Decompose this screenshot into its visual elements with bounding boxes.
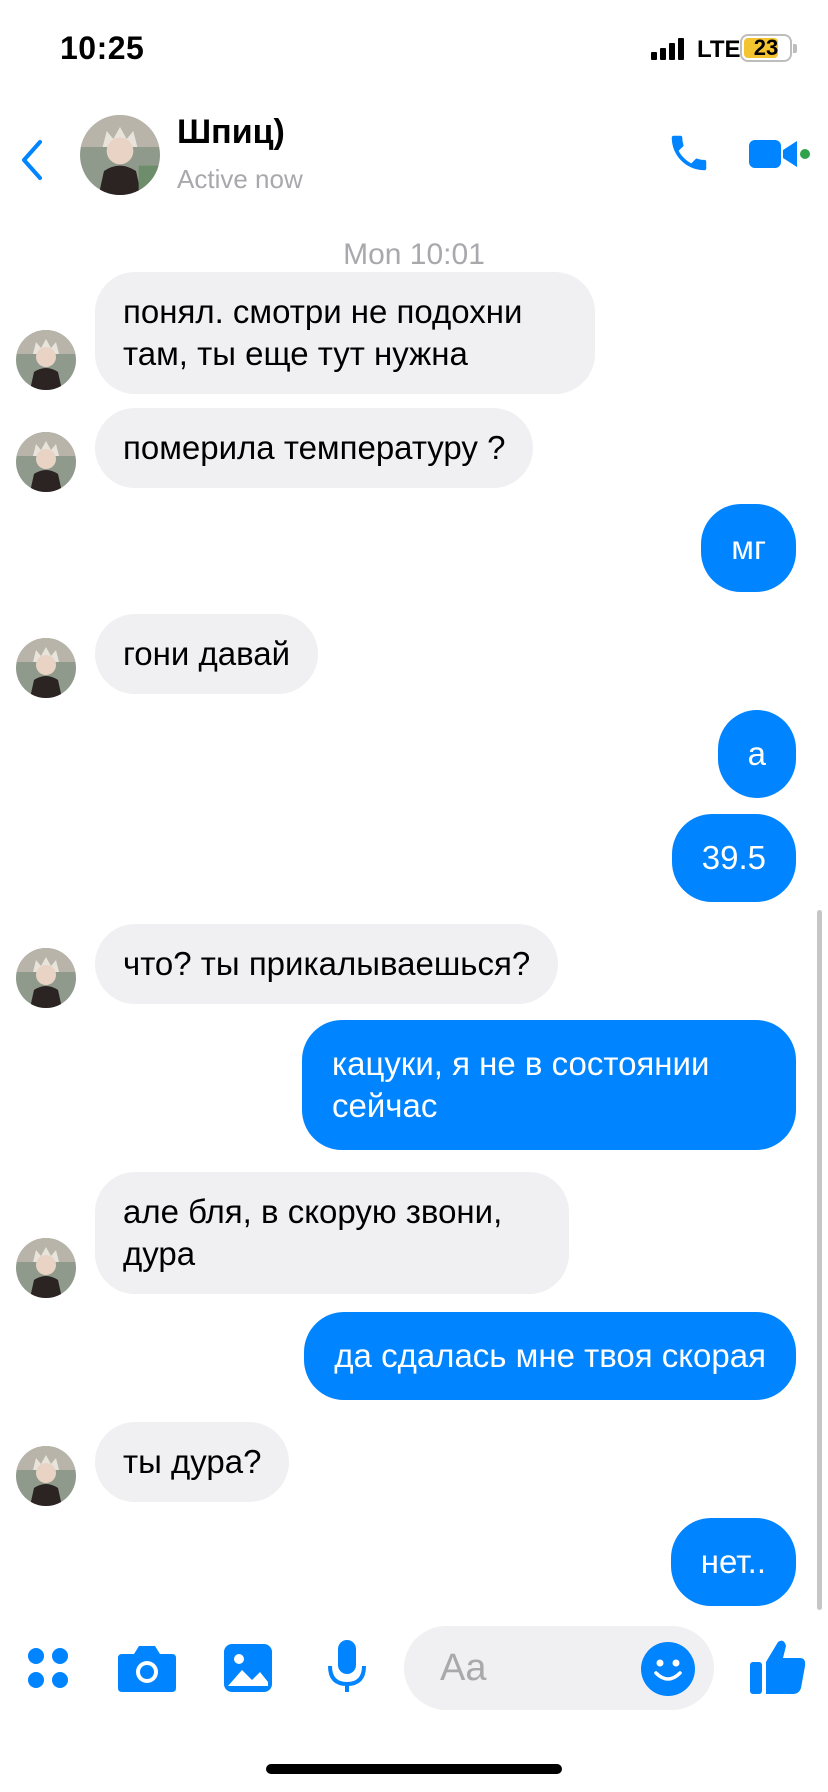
cellular-signal-icon bbox=[651, 38, 685, 60]
message-input-container[interactable] bbox=[404, 1626, 714, 1710]
message-avatar bbox=[16, 948, 76, 1008]
outgoing-message[interactable]: 39.5 bbox=[671, 814, 796, 902]
message-input[interactable] bbox=[440, 1642, 630, 1694]
apps-grid-icon[interactable] bbox=[24, 1644, 72, 1692]
outgoing-message[interactable]: нет.. bbox=[670, 1518, 796, 1606]
incoming-message[interactable]: понял. смотри не подохни там, ты еще тут… bbox=[95, 272, 595, 394]
gallery-icon[interactable] bbox=[222, 1642, 274, 1694]
status-time: 10:25 bbox=[60, 30, 145, 66]
incoming-message[interactable]: гони давай bbox=[95, 614, 319, 694]
message-avatar bbox=[16, 330, 76, 390]
contact-status: Active now bbox=[177, 164, 303, 194]
incoming-message[interactable]: что? ты прикалываешься? bbox=[95, 924, 559, 1004]
outgoing-message[interactable]: а bbox=[717, 710, 796, 798]
phone-icon[interactable] bbox=[666, 130, 712, 176]
incoming-message[interactable]: померила температуру ? bbox=[95, 408, 534, 488]
chat-timestamp: Mon 10:01 bbox=[343, 238, 485, 271]
outgoing-message[interactable]: мг bbox=[701, 504, 796, 592]
message-composer bbox=[0, 1618, 828, 1718]
incoming-message[interactable]: ты дура? bbox=[95, 1422, 290, 1502]
outgoing-message[interactable]: да сдалась мне твоя скорая bbox=[304, 1312, 796, 1400]
network-type: LTE bbox=[697, 36, 741, 63]
conversation-header: Шпиц) Active now bbox=[0, 100, 828, 220]
message-avatar bbox=[16, 638, 76, 698]
message-list[interactable]: Mon 10:01 понял. смотри не подохни там, … bbox=[0, 220, 828, 1618]
message-avatar bbox=[16, 1238, 76, 1298]
scrollbar[interactable] bbox=[817, 910, 822, 1610]
contact-avatar[interactable] bbox=[80, 115, 160, 195]
emoji-icon[interactable] bbox=[640, 1641, 696, 1697]
thumbs-up-icon[interactable] bbox=[748, 1636, 808, 1698]
battery-level: 23 bbox=[753, 35, 779, 60]
battery-icon: 23 bbox=[740, 34, 797, 62]
microphone-icon[interactable] bbox=[324, 1638, 370, 1698]
message-avatar bbox=[16, 1446, 76, 1506]
back-chevron-icon[interactable] bbox=[14, 132, 50, 188]
outgoing-message[interactable]: кацуки, я не в состоянии сейчас bbox=[302, 1020, 796, 1150]
incoming-message[interactable]: але бля, в скорую звони, дура bbox=[95, 1172, 569, 1294]
status-bar: 10:25 LTE 23 bbox=[0, 0, 828, 100]
camera-icon[interactable] bbox=[116, 1642, 178, 1694]
video-camera-icon[interactable] bbox=[747, 134, 811, 174]
contact-name: Шпиц) bbox=[177, 113, 285, 151]
home-indicator[interactable] bbox=[266, 1764, 562, 1774]
message-avatar bbox=[16, 432, 76, 492]
